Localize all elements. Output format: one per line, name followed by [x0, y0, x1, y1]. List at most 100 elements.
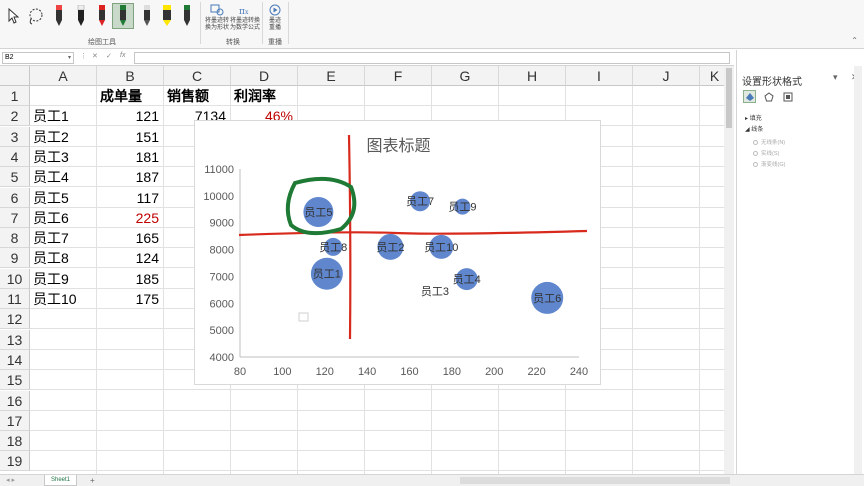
formula-input[interactable]	[134, 52, 730, 64]
grid-line	[632, 86, 633, 474]
employee-name-cell[interactable]: 员工6	[33, 208, 97, 228]
fill-section[interactable]: ▸ 填充	[745, 113, 762, 122]
column-header-j[interactable]: J	[633, 66, 700, 86]
row-header-4[interactable]: 4	[0, 146, 30, 167]
row-header-7[interactable]: 7	[0, 207, 30, 228]
vertical-scroll-thumb[interactable]	[726, 68, 732, 128]
column-header-g[interactable]: G	[432, 66, 499, 86]
column-header-a[interactable]: A	[30, 66, 97, 86]
orders-cell[interactable]: 225	[97, 208, 159, 228]
orders-cell[interactable]: 185	[97, 269, 159, 289]
row-header-3[interactable]: 3	[0, 126, 30, 147]
column-header-e[interactable]: E	[298, 66, 365, 86]
effects-tab-icon[interactable]	[762, 90, 775, 103]
pen-green-icon[interactable]	[112, 3, 134, 29]
employee-name-cell[interactable]: 员工8	[33, 248, 97, 268]
orders-cell[interactable]: 187	[97, 167, 159, 187]
pen-black-icon[interactable]	[50, 3, 68, 29]
orders-cell[interactable]: 175	[97, 289, 159, 309]
orders-cell[interactable]: 165	[97, 228, 159, 248]
add-sheet-button[interactable]: +	[90, 476, 95, 485]
employee-name-cell[interactable]: 员工10	[33, 289, 97, 309]
size-properties-tab-icon[interactable]	[781, 90, 794, 103]
row-header-19[interactable]: 19	[0, 451, 30, 472]
row-header-13[interactable]: 13	[0, 329, 30, 350]
column-header-i[interactable]: I	[566, 66, 633, 86]
row-header-12[interactable]: 12	[0, 309, 30, 330]
select-cursor-icon[interactable]	[4, 3, 22, 29]
ink-to-math-icon: πx	[239, 7, 249, 16]
pen-multi-icon[interactable]	[178, 3, 196, 29]
ink-replay-button[interactable]: 墨迹 重播	[265, 4, 285, 32]
row-header-11[interactable]: 11	[0, 289, 30, 309]
highlighter-yellow-icon[interactable]	[158, 3, 176, 29]
row-header-1[interactable]: 1	[0, 86, 30, 106]
no-line-option[interactable]: 无线条(N)	[753, 138, 785, 146]
orders-cell[interactable]: 151	[97, 127, 159, 147]
enter-icon[interactable]: ✓	[106, 52, 112, 60]
header-cell-orders[interactable]: 成单量	[100, 86, 164, 106]
pane-scrollbar[interactable]	[854, 66, 862, 474]
employee-name-cell[interactable]: 员工9	[33, 269, 97, 289]
row-header-10[interactable]: 10	[0, 268, 30, 289]
employee-name-cell[interactable]: 员工7	[33, 228, 97, 248]
row-header-16[interactable]: 16	[0, 390, 30, 411]
cancel-icon[interactable]: ✕	[92, 52, 98, 60]
row-header-5[interactable]: 5	[0, 167, 30, 188]
fx-icon[interactable]: fx	[120, 52, 125, 59]
sheet-tab-sheet1[interactable]: Sheet1	[44, 475, 78, 486]
row-header-14[interactable]: 14	[0, 349, 30, 370]
solid-line-option[interactable]: 实线(S)	[753, 149, 779, 157]
row-header-6[interactable]: 6	[0, 187, 30, 208]
horizontal-scrollbar[interactable]	[460, 477, 730, 484]
orders-cell[interactable]: 121	[97, 106, 159, 126]
collapse-ribbon-icon[interactable]: ⌃	[851, 36, 858, 45]
y-tick-label: 11000	[204, 164, 234, 176]
data-label: 员工5	[304, 206, 332, 219]
orders-cell[interactable]: 181	[97, 147, 159, 167]
x-tick-label: 180	[443, 366, 461, 378]
sheet-nav-icon[interactable]: ◂ ▸	[6, 476, 15, 484]
employee-name-cell[interactable]: 员工3	[33, 147, 97, 167]
lasso-icon[interactable]	[26, 3, 44, 29]
employee-name-cell[interactable]: 员工5	[33, 188, 97, 208]
column-header-h[interactable]: H	[499, 66, 566, 86]
orders-cell[interactable]: 117	[97, 188, 159, 208]
employee-name-cell[interactable]: 员工2	[33, 127, 97, 147]
employee-name-cell[interactable]: 员工1	[33, 106, 97, 126]
column-header-f[interactable]: F	[365, 66, 432, 86]
ink-stroke-vertical	[347, 134, 352, 340]
row-header-8[interactable]: 8	[0, 228, 30, 249]
row-header-15[interactable]: 15	[0, 370, 30, 391]
pen-red-icon[interactable]	[93, 3, 111, 29]
fill-line-tab-icon[interactable]	[743, 90, 756, 103]
gradient-line-option[interactable]: 渐变线(G)	[753, 160, 785, 168]
row-header-18[interactable]: 18	[0, 431, 30, 452]
ink-to-shape-button[interactable]: 将墨迹转 换为形状	[205, 4, 229, 32]
data-label: 员工10	[424, 241, 458, 254]
row-header-17[interactable]: 17	[0, 410, 30, 431]
pen-dark-icon[interactable]	[72, 3, 90, 29]
formula-bar: B2 ▾ ⋮ ✕ ✓ fx	[0, 50, 734, 66]
column-header-d[interactable]: D	[231, 66, 298, 86]
orders-cell[interactable]: 124	[97, 248, 159, 268]
column-header-c[interactable]: C	[164, 66, 231, 86]
row-header-9[interactable]: 9	[0, 248, 30, 269]
column-header-b[interactable]: B	[97, 66, 164, 86]
x-tick-label: 80	[234, 366, 246, 378]
header-cell-margin[interactable]: 利润率	[234, 86, 298, 106]
highlighter-icon[interactable]	[138, 3, 156, 29]
select-all-corner[interactable]	[0, 66, 30, 86]
line-section[interactable]: ◢ 线条	[745, 124, 763, 133]
name-box-dropdown-icon[interactable]: ▾	[68, 53, 71, 63]
employee-name-cell[interactable]: 员工4	[33, 167, 97, 187]
row-header-2[interactable]: 2	[0, 106, 30, 127]
y-tick-label: 5000	[210, 325, 234, 337]
header-cell-sales[interactable]: 销售额	[167, 86, 231, 106]
scatter-chart[interactable]: 图表标题 4000 5000 6000 7000 8000 9000 10000 11000 8…	[194, 120, 601, 385]
name-box[interactable]: B2 ▾	[2, 52, 74, 64]
ink-to-math-button[interactable]: πx 将墨迹转换 为数学公式	[230, 4, 260, 32]
pane-options-icon[interactable]: ▾	[833, 72, 838, 83]
vertical-scrollbar[interactable]	[724, 66, 734, 474]
ribbon-separator	[288, 2, 289, 44]
